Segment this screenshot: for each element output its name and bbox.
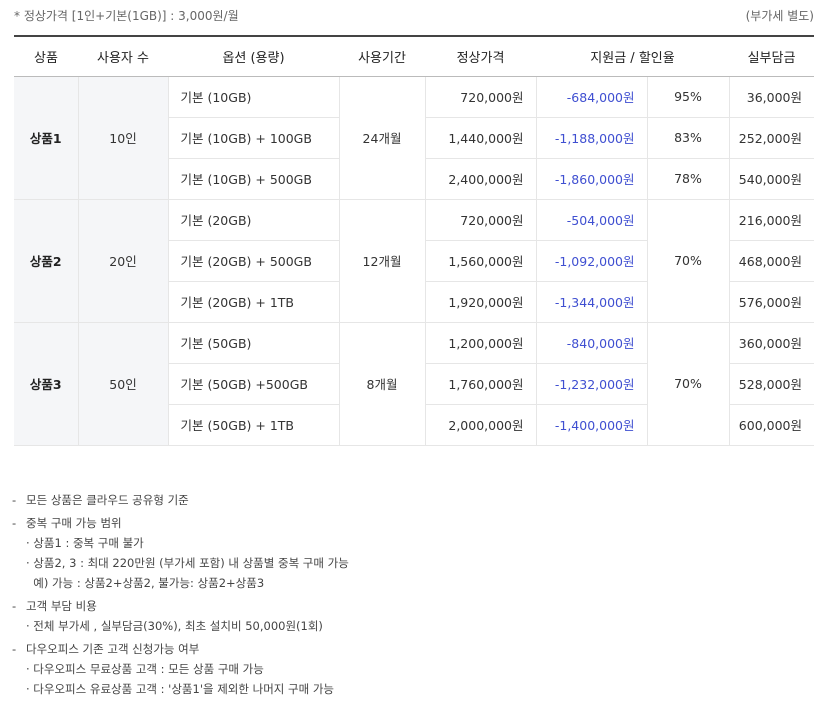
period-cell: 8개월 [339, 322, 426, 446]
regular-price-cell: 1,760,000원 [425, 363, 537, 405]
regular-price-cell: 1,440,000원 [425, 117, 537, 159]
actual-cost-cell: 600,000원 [729, 404, 814, 446]
note-title: 고객 부담 비용 [26, 599, 97, 613]
col-header-actual-cost: 실부담금 [729, 35, 814, 77]
option-cell: 기본 (20GB) + 500GB [168, 240, 340, 282]
note-sub: · 다우오피스 무료상품 고객 : 모든 상품 구매 가능 [26, 662, 264, 676]
actual-cost-cell: 360,000원 [729, 322, 814, 364]
table-row: 상품1 10인 기본 (10GB) 24개월 720,000원 -684,000… [14, 76, 814, 200]
price-note-bar: * 정상가격 [1인+기본(1GB)] : 3,000원/월 (부가세 별도) [14, 7, 814, 25]
price-table: 상품 사용자 수 옵션 (용량) 사용기간 정상가격 지원금 / 할인율 실부담… [14, 35, 814, 446]
table-row: 상품2 20인 기본 (20GB) 12개월 720,000원 -504,000… [14, 199, 814, 323]
option-cell: 기본 (20GB) [168, 199, 340, 241]
option-cell: 기본 (50GB) [168, 322, 340, 364]
discount-rate-cell: 95% [647, 76, 730, 118]
note-item: - 모든 상품은 클라우드 공유형 기준 [12, 493, 189, 507]
discount-rate-cell: 70% [647, 199, 730, 323]
user-count: 50인 [78, 322, 169, 446]
note-item: - 고객 부담 비용 · 전체 부가세 , 실부담금(30%), 최초 설치비 … [12, 596, 349, 636]
col-header-period: 사용기간 [339, 35, 425, 77]
discount-rate-cell: 70% [647, 322, 730, 446]
option-cell: 기본 (50GB) +500GB [168, 363, 340, 405]
option-cell: 기본 (50GB) + 1TB [168, 404, 340, 446]
table-header-row: 상품 사용자 수 옵션 (용량) 사용기간 정상가격 지원금 / 할인율 실부담… [14, 35, 814, 77]
option-cell: 기본 (10GB) + 500GB [168, 158, 340, 200]
col-header-option: 옵션 (용량) [168, 35, 339, 77]
note-title: 모든 상품은 클라우드 공유형 기준 [26, 493, 189, 507]
support-amount-cell: -1,344,000원 [536, 281, 648, 323]
regular-price-cell: 1,200,000원 [425, 322, 537, 364]
note-title: 다우오피스 기존 고객 신청가능 여부 [26, 642, 200, 656]
regular-price-cell: 720,000원 [425, 199, 537, 241]
note-title: 중복 구매 가능 범위 [26, 516, 122, 530]
user-count: 20인 [78, 199, 169, 323]
discount-rate-cell: 78% [647, 158, 730, 200]
notes-list: - 모든 상품은 클라우드 공유형 기준 - 중복 구매 가능 범위 · 상품1… [12, 490, 349, 702]
note-sub: 예) 가능 : 상품2+상품2, 불가능: 상품2+상품3 [26, 576, 265, 590]
actual-cost-cell: 528,000원 [729, 363, 814, 405]
vat-note: (부가세 별도) [745, 9, 814, 23]
option-cell: 기본 (10GB) [168, 76, 340, 118]
support-amount-cell: -1,400,000원 [536, 404, 648, 446]
actual-cost-cell: 576,000원 [729, 281, 814, 323]
actual-cost-cell: 252,000원 [729, 117, 814, 159]
support-amount-cell: -684,000원 [536, 76, 648, 118]
col-header-regular-price: 정상가격 [425, 35, 536, 77]
col-header-product: 상품 [14, 35, 78, 77]
actual-cost-cell: 540,000원 [729, 158, 814, 200]
support-amount-cell: -840,000원 [536, 322, 648, 364]
period-cell: 24개월 [339, 76, 426, 200]
support-amount-cell: -1,188,000원 [536, 117, 648, 159]
col-header-users: 사용자 수 [78, 35, 168, 77]
regular-price-cell: 2,400,000원 [425, 158, 537, 200]
product-name: 상품2 [14, 199, 79, 323]
regular-price-cell: 2,000,000원 [425, 404, 537, 446]
note-sub: · 상품2, 3 : 최대 220만원 (부가세 포함) 내 상품별 중복 구매… [26, 556, 349, 570]
regular-price-note: * 정상가격 [1인+기본(1GB)] : 3,000원/월 [14, 9, 239, 23]
product-name: 상품3 [14, 322, 79, 446]
support-amount-cell: -504,000원 [536, 199, 648, 241]
note-item: - 중복 구매 가능 범위 · 상품1 : 중복 구매 불가 · 상품2, 3 … [12, 513, 349, 593]
regular-price-cell: 1,920,000원 [425, 281, 537, 323]
option-cell: 기본 (20GB) + 1TB [168, 281, 340, 323]
actual-cost-cell: 216,000원 [729, 199, 814, 241]
discount-rate-cell: 83% [647, 117, 730, 159]
note-sub: · 상품1 : 중복 구매 불가 [26, 536, 144, 550]
actual-cost-cell: 36,000원 [729, 76, 814, 118]
support-amount-cell: -1,232,000원 [536, 363, 648, 405]
regular-price-cell: 1,560,000원 [425, 240, 537, 282]
note-item: - 다우오피스 기존 고객 신청가능 여부 · 다우오피스 무료상품 고객 : … [12, 639, 349, 699]
actual-cost-cell: 468,000원 [729, 240, 814, 282]
option-cell: 기본 (10GB) + 100GB [168, 117, 340, 159]
table-row: 상품3 50인 기본 (50GB) 8개월 1,200,000원 -840,00… [14, 322, 814, 446]
period-cell: 12개월 [339, 199, 426, 323]
col-header-support-rate: 지원금 / 할인율 [536, 35, 729, 77]
note-sub: · 전체 부가세 , 실부담금(30%), 최초 설치비 50,000원(1회) [26, 619, 323, 633]
support-amount-cell: -1,860,000원 [536, 158, 648, 200]
support-amount-cell: -1,092,000원 [536, 240, 648, 282]
note-sub: · 다우오피스 유료상품 고객 : '상품1'을 제외한 나머지 구매 가능 [26, 682, 334, 696]
user-count: 10인 [78, 76, 169, 200]
regular-price-cell: 720,000원 [425, 76, 537, 118]
product-name: 상품1 [14, 76, 79, 200]
